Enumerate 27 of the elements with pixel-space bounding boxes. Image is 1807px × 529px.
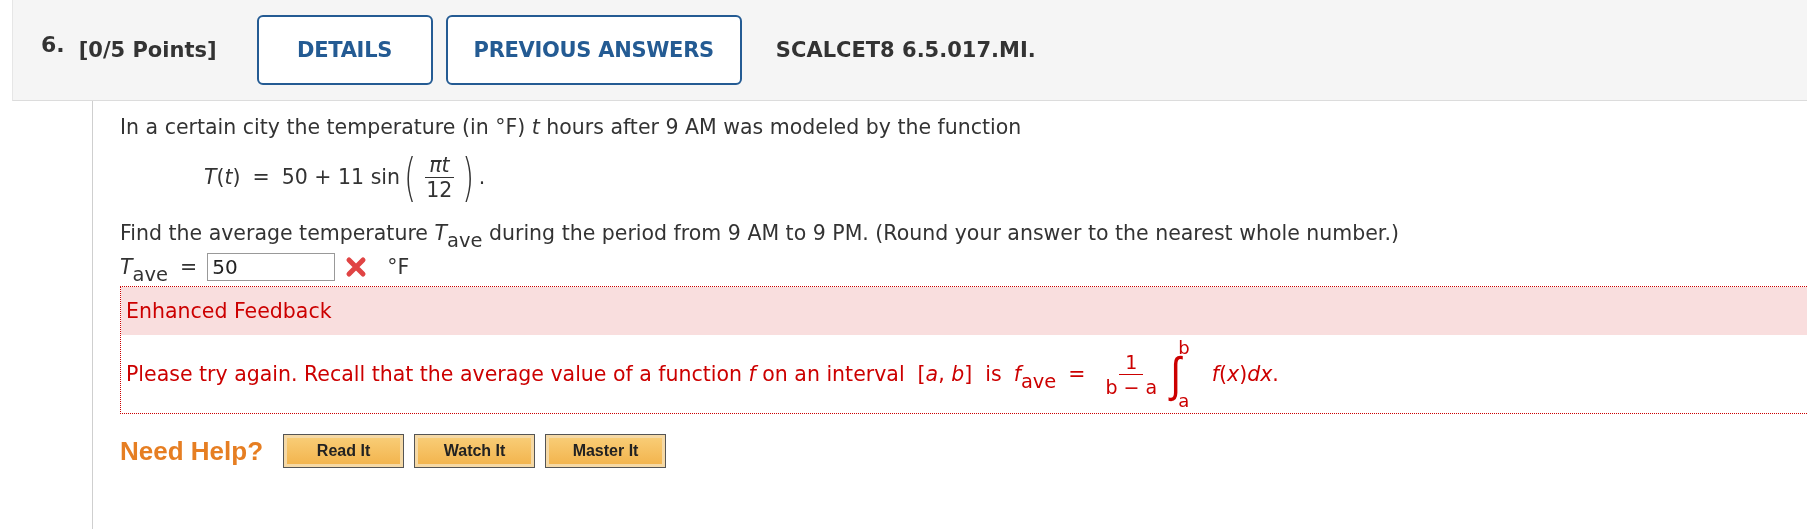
equals-sign: = xyxy=(179,255,198,279)
unit-label: °F xyxy=(387,255,410,279)
feedback-title: Enhanced Feedback xyxy=(126,299,332,323)
numerator: πt xyxy=(425,152,454,178)
formula-lhs: T(t) xyxy=(204,165,241,189)
read-it-button[interactable]: Read It xyxy=(283,434,405,468)
parenthesis: ( xyxy=(404,151,417,203)
answer-field[interactable]: 50 xyxy=(207,253,336,281)
denominator: b − a xyxy=(1104,374,1159,399)
details-button[interactable]: DETAILS xyxy=(256,15,433,85)
previous-answers-button[interactable]: PREVIOUS ANSWERS xyxy=(445,15,742,85)
need-help-label: Need Help? xyxy=(120,435,264,467)
numerator: 1 xyxy=(1119,349,1144,375)
problem-id: SCALCET8 6.5.017.MI. xyxy=(775,38,1036,62)
equals-sign: = xyxy=(1068,362,1086,386)
integrand: f(x)dx. xyxy=(1211,362,1279,386)
formula-term: 50 + 11 sin xyxy=(281,165,401,189)
question-number: 6. xyxy=(41,31,65,57)
watch-it-button[interactable]: Watch It xyxy=(414,434,536,468)
denominator: 12 xyxy=(425,177,454,202)
equals-sign: = xyxy=(252,165,270,189)
parenthesis: ) xyxy=(462,151,475,203)
master-it-button[interactable]: Master It xyxy=(545,434,667,468)
feedback-text: Please try again. Recall that the average value of a function f on an interval [a, b] is xyxy=(126,362,1002,386)
points-label: [0/5 Points] xyxy=(78,38,217,62)
question-text: In a certain city the temperature (in °F) t hours after 9 AM was modeled by the function xyxy=(120,114,1023,140)
period: . xyxy=(478,165,486,189)
